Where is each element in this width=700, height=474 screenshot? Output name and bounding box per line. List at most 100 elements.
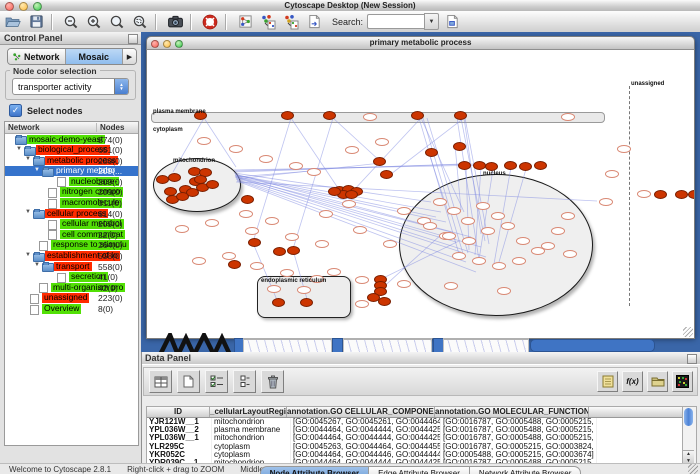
select-attributes-button[interactable] [205,370,228,393]
network-node-unselected[interactable] [461,217,475,225]
network-node-unselected[interactable] [605,170,619,178]
network-node-unselected[interactable] [250,262,264,270]
tree-row-cellular-metabol[interactable]: cellular metabol209(0) [5,219,138,230]
tree-row-primary-metabo[interactable]: ▼primary metabo209(... [5,166,138,177]
attribute-table-button[interactable] [149,370,172,393]
network-node[interactable] [654,190,667,199]
network-node-unselected[interactable] [442,232,456,240]
view-resize-grip[interactable] [683,327,693,337]
network-node-unselected[interactable] [637,190,651,198]
network-node-unselected[interactable] [245,227,259,235]
search-input[interactable] [367,14,424,29]
tree-expander-icon[interactable]: ▼ [34,262,40,268]
network-node-unselected[interactable] [497,287,511,295]
tab-edge-attribute-browser[interactable]: Edge Attribute Browser [369,466,470,474]
network-node-unselected[interactable] [563,250,577,258]
scrollbar-thumb[interactable] [684,408,693,426]
tree-row-transport[interactable]: ▼transport558(0) [5,261,138,272]
network-node-unselected[interactable] [355,276,369,284]
network-node[interactable] [485,162,498,171]
table-row[interactable]: YPL036W__1mitochondrion[GO:0044464, GO:0… [147,434,682,442]
column-header-region[interactable]: _cellularLayoutRegion [210,407,287,417]
network-node[interactable] [228,260,241,269]
background-window-fragment[interactable] [443,338,529,352]
table-cell[interactable]: [GO:0016787, GO:0005215, GO:0003824, G..… [441,443,597,451]
network-node-unselected[interactable] [297,286,311,294]
network-node-unselected[interactable] [315,240,329,248]
column-header-cellular-component[interactable]: annotation.GO CELLULAR_COMPONENT [287,407,435,417]
network-node[interactable] [176,192,189,201]
table-cell[interactable]: [GO:0044464, GO:0044444, GO:0044425, G..… [291,426,441,434]
help-button[interactable] [200,13,220,31]
table-cell[interactable]: [GO:0045267, GO:0045261, GO:0044464, G..… [291,418,441,426]
tab-node-attribute-browser[interactable]: Node Attribute Browser [260,466,370,474]
select-nodes-checkbox[interactable]: ✓ [9,104,22,117]
network-node[interactable] [156,175,169,184]
tab-mosaic[interactable]: Mosaic [66,49,124,64]
table-cell[interactable]: [GO:0005488, GO:0005215, GO:0003674] [441,451,597,459]
network-node[interactable] [345,190,358,199]
table-cell[interactable]: mitochondrion [212,434,291,442]
network-node-unselected[interactable] [345,146,359,154]
table-row[interactable]: YJR121W__1mitochondrion[GO:0045267, GO:0… [147,418,682,426]
tree-row-nitrogen-compo[interactable]: nitrogen compo209(0) [5,187,138,198]
network-node[interactable] [241,195,254,204]
column-header-id[interactable]: ID [147,407,210,417]
tab-overflow-button[interactable]: ▶ [123,49,136,64]
network-node-unselected[interactable] [307,168,321,176]
table-cell[interactable]: [GO:0044464, GO:0044444, GO:0044425, G..… [291,434,441,442]
zoom-out-button[interactable] [61,13,81,31]
table-cell[interactable]: YLR295C [147,443,212,451]
table-cell[interactable]: YJR121W__1 [147,418,212,426]
scroll-up-button[interactable]: ▲ [683,451,694,458]
network-node-unselected[interactable] [353,226,367,234]
network-node[interactable] [206,180,219,189]
network-node-unselected[interactable] [289,162,303,170]
network-node[interactable] [300,298,313,307]
network-node-unselected[interactable] [280,269,294,277]
network-node[interactable] [328,187,341,196]
table-cell[interactable]: YPL036W__2 [147,426,212,434]
network-node-unselected[interactable] [229,145,243,153]
network-node-unselected[interactable] [462,237,476,245]
network-node-unselected[interactable] [319,210,333,218]
network-node-unselected[interactable] [561,113,575,121]
snapshot-button[interactable] [165,13,185,31]
network-node-unselected[interactable] [383,240,397,248]
table-cell[interactable]: plasma membrane [212,426,291,434]
network-node[interactable] [272,298,285,307]
network-node-unselected[interactable] [541,242,555,250]
filter-button[interactable] [304,13,324,31]
tree-row-response-to-stimulu[interactable]: response to stimulu264(0) [5,240,138,251]
network-node-unselected[interactable] [512,257,526,265]
tree-row-nucleobase-[interactable]: nucleobase-209(0) [5,176,138,187]
search-dropdown-button[interactable]: ▼ [424,13,439,30]
network-node-unselected[interactable] [375,138,389,146]
create-attribute-button[interactable] [177,370,200,393]
tree-row-macromolecule[interactable]: macromolecule311(0) [5,198,138,209]
search-options-button[interactable] [442,13,462,31]
attribute-notes-button[interactable] [597,371,618,392]
network-node-unselected[interactable] [327,268,341,276]
tree-row-overview[interactable]: Overview8(0) [5,304,138,315]
table-cell[interactable]: [GO:0016787, GO:0005488, GO:0005215, G..… [441,434,597,442]
network-node-unselected[interactable] [192,257,206,265]
unselect-attributes-button[interactable] [233,370,256,393]
table-cell[interactable]: [GO:0016787, GO:0005488, GO:0005215, G..… [441,426,597,434]
network-node-unselected[interactable] [447,207,461,215]
network-node-unselected[interactable] [175,225,189,233]
network-node[interactable] [458,161,471,170]
network-node-unselected[interactable] [472,257,486,265]
tree-row-cell-communicat[interactable]: cell communicat22(0) [5,229,138,240]
network-node-unselected[interactable] [617,145,631,153]
tree-row-unassigned[interactable]: unassigned223(0) [5,293,138,304]
network-node-unselected[interactable] [492,262,506,270]
network-node[interactable] [273,247,286,256]
tree-expander-icon[interactable]: ▼ [16,146,22,152]
zoom-in-button[interactable] [84,13,104,31]
network-node[interactable] [519,162,532,171]
function-builder-button[interactable]: f(x) [622,371,643,392]
network-node[interactable] [380,170,393,179]
node-color-dropdown[interactable]: transporter activity ▲▼ [12,78,129,95]
table-cell[interactable]: cytoplasm [212,451,291,459]
